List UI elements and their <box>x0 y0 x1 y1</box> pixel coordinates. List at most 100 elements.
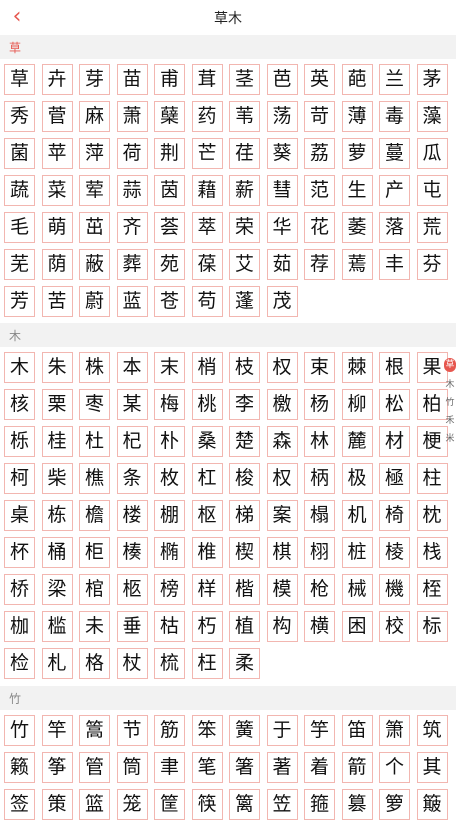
character-cell[interactable]: 枪 <box>304 574 335 605</box>
character-cell[interactable]: 节 <box>116 715 148 746</box>
character-cell[interactable]: 杖 <box>116 648 148 679</box>
character-cell[interactable]: 荟 <box>154 212 185 243</box>
character-cell[interactable]: 筒 <box>116 752 148 783</box>
character-cell[interactable]: 签 <box>4 789 35 820</box>
character-cell[interactable]: 蔓 <box>379 138 410 169</box>
character-cell[interactable]: 齐 <box>116 212 148 243</box>
character-cell[interactable]: 柱 <box>416 463 448 494</box>
character-cell[interactable]: 花 <box>304 212 335 243</box>
character-cell[interactable]: 横 <box>304 611 335 642</box>
character-cell[interactable]: 芒 <box>191 138 223 169</box>
character-cell[interactable]: 荷 <box>116 138 148 169</box>
character-cell[interactable]: 蓝 <box>116 286 148 317</box>
character-cell[interactable]: 荒 <box>416 212 448 243</box>
character-cell[interactable]: 校 <box>379 611 410 642</box>
character-cell[interactable]: 李 <box>229 389 260 420</box>
character-cell[interactable]: 苦 <box>41 286 73 317</box>
character-cell[interactable]: 柔 <box>229 648 260 679</box>
character-cell[interactable]: 菌 <box>4 138 35 169</box>
character-cell[interactable]: 兰 <box>379 64 410 95</box>
character-cell[interactable]: 竹 <box>4 715 35 746</box>
character-cell[interactable]: 林 <box>304 426 335 457</box>
character-cell[interactable]: 葆 <box>191 249 223 280</box>
character-cell[interactable]: 荣 <box>229 212 260 243</box>
character-cell[interactable]: 萍 <box>79 138 110 169</box>
character-cell[interactable]: 荡 <box>266 101 298 132</box>
character-cell[interactable]: 榜 <box>154 574 185 605</box>
character-cell[interactable]: 篙 <box>79 715 110 746</box>
character-cell[interactable]: 蔽 <box>79 249 110 280</box>
character-cell[interactable]: 本 <box>116 352 148 383</box>
character-cell[interactable]: 蔫 <box>341 249 373 280</box>
character-cell[interactable]: 楱 <box>116 537 148 568</box>
character-cell[interactable]: 产 <box>379 175 410 206</box>
character-cell[interactable]: 枉 <box>191 648 223 679</box>
character-cell[interactable]: 茅 <box>416 64 448 95</box>
character-cell[interactable]: 聿 <box>154 752 185 783</box>
character-cell[interactable]: 梳 <box>154 648 185 679</box>
character-cell[interactable]: 枕 <box>416 500 448 531</box>
character-cell[interactable]: 菅 <box>41 101 73 132</box>
character-cell[interactable]: 生 <box>341 175 373 206</box>
character-cell[interactable]: 权 <box>266 463 298 494</box>
character-cell[interactable]: 机 <box>341 500 373 531</box>
character-cell[interactable]: 栩 <box>304 537 335 568</box>
character-cell[interactable]: 检 <box>4 648 35 679</box>
character-cell[interactable]: 苑 <box>154 249 185 280</box>
character-cell[interactable]: 楔 <box>229 537 260 568</box>
character-cell[interactable]: 萝 <box>341 138 373 169</box>
character-cell[interactable]: 桂 <box>41 426 73 457</box>
character-cell[interactable]: 筝 <box>41 752 73 783</box>
character-cell[interactable]: 苹 <box>41 138 73 169</box>
character-cell[interactable]: 朽 <box>191 611 223 642</box>
character-cell[interactable]: 丰 <box>379 249 410 280</box>
character-cell[interactable]: 茂 <box>266 286 298 317</box>
character-cell[interactable]: 茎 <box>229 64 260 95</box>
character-cell[interactable]: 毒 <box>379 101 410 132</box>
character-cell[interactable]: 秀 <box>4 101 35 132</box>
character-cell[interactable]: 柴 <box>41 463 73 494</box>
character-cell[interactable]: 策 <box>41 789 73 820</box>
character-cell[interactable]: 柏 <box>416 389 448 420</box>
character-cell[interactable]: 模 <box>266 574 298 605</box>
character-cell[interactable]: 樵 <box>79 463 110 494</box>
character-cell[interactable]: 荤 <box>79 175 110 206</box>
character-cell[interactable]: 芭 <box>266 64 298 95</box>
character-cell[interactable]: 椭 <box>154 537 185 568</box>
character-cell[interactable]: 垂 <box>116 611 148 642</box>
character-cell[interactable]: 梢 <box>191 352 223 383</box>
character-cell[interactable]: 茹 <box>266 249 298 280</box>
character-cell[interactable]: 药 <box>191 101 223 132</box>
character-cell[interactable]: 榻 <box>304 500 335 531</box>
character-cell[interactable]: 彗 <box>266 175 298 206</box>
character-cell[interactable]: 萎 <box>341 212 373 243</box>
character-cell[interactable]: 楚 <box>229 426 260 457</box>
character-cell[interactable]: 枝 <box>229 352 260 383</box>
character-cell[interactable]: 箭 <box>341 752 373 783</box>
character-cell[interactable]: 葩 <box>341 64 373 95</box>
character-cell[interactable]: 枚 <box>154 463 185 494</box>
character-cell[interactable]: 桑 <box>191 426 223 457</box>
character-cell[interactable]: 桩 <box>341 537 373 568</box>
character-cell[interactable]: 松 <box>379 389 410 420</box>
character-cell[interactable]: 枣 <box>79 389 110 420</box>
character-cell[interactable]: 蔚 <box>79 286 110 317</box>
character-cell[interactable]: 笔 <box>191 752 223 783</box>
character-cell[interactable]: 藉 <box>191 175 223 206</box>
character-cell[interactable]: 槛 <box>41 611 73 642</box>
character-cell[interactable]: 落 <box>379 212 410 243</box>
character-cell[interactable]: 桎 <box>416 574 448 605</box>
character-cell[interactable]: 森 <box>266 426 298 457</box>
character-cell[interactable]: 根 <box>379 352 410 383</box>
character-cell[interactable]: 箫 <box>379 715 410 746</box>
character-cell[interactable]: 于 <box>266 715 298 746</box>
character-cell[interactable]: 管 <box>79 752 110 783</box>
character-cell[interactable]: 柜 <box>79 537 110 568</box>
character-cell[interactable]: 梁 <box>41 574 73 605</box>
character-cell[interactable]: 笨 <box>191 715 223 746</box>
character-cell[interactable]: 着 <box>304 752 335 783</box>
character-cell[interactable]: 极 <box>341 463 373 494</box>
character-cell[interactable]: 梗 <box>416 426 448 457</box>
character-cell[interactable]: 瓜 <box>416 138 448 169</box>
character-cell[interactable]: 栎 <box>4 426 35 457</box>
